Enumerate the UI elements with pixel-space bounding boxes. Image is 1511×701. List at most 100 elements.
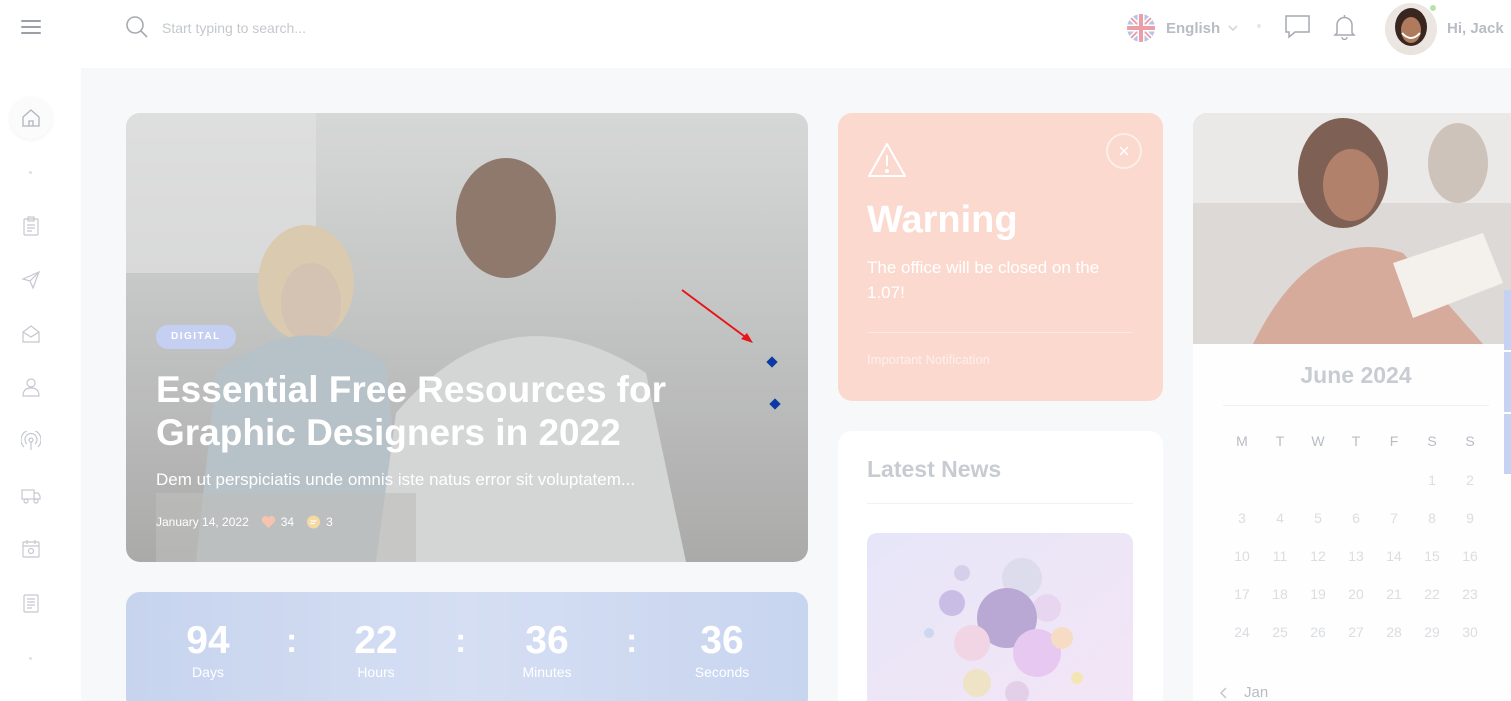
calendar-day[interactable]: 19 (1306, 586, 1330, 602)
countdown-days: 94 Days (158, 619, 258, 681)
sidebar-item-delivery[interactable] (10, 474, 52, 516)
language-label: English (1166, 19, 1221, 37)
bell-icon[interactable] (1332, 13, 1357, 40)
news-image[interactable] (867, 533, 1133, 701)
weekday-header: M (1236, 433, 1248, 449)
uk-flag-icon (1127, 14, 1155, 42)
calendar-day[interactable]: 29 (1420, 624, 1444, 640)
divider (867, 332, 1133, 333)
weekday-header: W (1311, 433, 1325, 449)
countdown-hours: 22 Hours (326, 620, 426, 681)
article-meta: January 14, 2022 34 3 (156, 515, 333, 529)
warning-icon (868, 143, 906, 177)
close-button[interactable] (1106, 133, 1142, 169)
calendar-day[interactable]: 14 (1382, 548, 1406, 564)
calendar-day[interactable]: 5 (1306, 510, 1330, 526)
minutes-value: 36 (525, 619, 569, 662)
warning-title: Warning (867, 199, 1018, 241)
language-selector[interactable]: English (1127, 12, 1240, 44)
calendar-day[interactable]: 25 (1268, 624, 1292, 640)
home-icon (22, 109, 40, 127)
search-input[interactable] (162, 16, 462, 40)
warning-footer: Important Notification (867, 352, 990, 367)
countdown-minutes: 36 Minutes (497, 619, 597, 681)
document-icon (23, 594, 39, 613)
sidebar (0, 68, 81, 701)
weekday-header: T (1351, 433, 1361, 449)
calendar-day[interactable]: 8 (1420, 510, 1444, 526)
countdown-separator: : (286, 622, 298, 660)
latest-news-card: Latest News (838, 431, 1163, 701)
days-value: 94 (186, 619, 230, 662)
calendar-day[interactable]: 4 (1268, 510, 1292, 526)
comments-count[interactable]: 3 (306, 515, 333, 529)
sidebar-divider (29, 657, 32, 660)
scroll-indicator (1504, 352, 1511, 412)
calendar-day[interactable]: 23 (1458, 586, 1482, 602)
calendar-day[interactable]: 26 (1306, 624, 1330, 640)
sidebar-item-home[interactable] (10, 97, 52, 139)
scroll-indicator (1504, 414, 1511, 474)
calendar-day[interactable]: 10 (1230, 548, 1254, 564)
countdown-card: 94 Days : 22 Hours : 36 Minutes : 36 Sec… (126, 592, 808, 701)
sidebar-item-broadcast[interactable] (10, 420, 52, 462)
truck-icon (21, 489, 41, 504)
comment-icon (307, 515, 321, 529)
calendar-icon (22, 540, 40, 558)
divider-dot (1257, 24, 1261, 28)
calendar-day[interactable]: 11 (1268, 548, 1292, 564)
article-title[interactable]: Essential Free Resources for Graphic Des… (156, 368, 716, 454)
calendar-day[interactable]: 15 (1420, 548, 1444, 564)
calendar-month: June 2024 (1300, 362, 1412, 388)
calendar-day[interactable]: 2 (1458, 472, 1482, 488)
news-title: Latest News (867, 456, 1002, 482)
calendar-day[interactable]: 28 (1382, 624, 1406, 640)
seconds-value: 36 (700, 619, 744, 662)
calendar-day[interactable]: 6 (1344, 510, 1368, 526)
heart-icon (261, 516, 275, 528)
calendar-day[interactable]: 21 (1382, 586, 1406, 602)
weekday-header: S (1427, 433, 1437, 449)
calendar-day[interactable]: 27 (1344, 624, 1368, 640)
calendar-day[interactable]: 13 (1344, 548, 1368, 564)
weekday-header: S (1465, 433, 1475, 449)
divider (1223, 405, 1489, 406)
sidebar-item-tasks[interactable] (10, 205, 52, 247)
close-icon (1119, 146, 1129, 156)
calendar-day[interactable]: 7 (1382, 510, 1406, 526)
warning-message: The office will be closed on the 1.07! (867, 258, 1100, 302)
search-icon[interactable] (125, 15, 149, 39)
chevron-down-icon (1228, 25, 1238, 32)
user-greeting[interactable]: Hi, Jack (1447, 20, 1504, 37)
likes-count[interactable]: 34 (261, 515, 294, 529)
calendar-day[interactable]: 3 (1230, 510, 1254, 526)
previous-month-button[interactable]: Jan (1219, 684, 1268, 701)
calendar-day[interactable]: 18 (1268, 586, 1292, 602)
calendar-day[interactable]: 1 (1420, 472, 1444, 488)
sidebar-item-calendar[interactable] (10, 528, 52, 570)
sidebar-item-profile[interactable] (10, 366, 52, 408)
menu-toggle-icon[interactable] (21, 20, 41, 36)
likes-value: 34 (280, 515, 295, 529)
article-date: January 14, 2022 (156, 515, 249, 529)
chat-icon[interactable] (1284, 13, 1311, 40)
countdown-separator: : (626, 622, 638, 660)
user-icon (22, 378, 40, 397)
calendar-day[interactable]: 24 (1230, 624, 1254, 640)
calendar-day[interactable]: 17 (1230, 586, 1254, 602)
calendar-day[interactable]: 9 (1458, 510, 1482, 526)
sidebar-item-send[interactable] (10, 259, 52, 301)
sidebar-item-documents[interactable] (10, 582, 52, 624)
divider (867, 503, 1133, 504)
weekday-header: F (1389, 433, 1399, 449)
calendar-day[interactable]: 22 (1420, 586, 1444, 602)
calendar-day[interactable]: 20 (1344, 586, 1368, 602)
calendar-day[interactable]: 12 (1306, 548, 1330, 564)
send-icon (21, 270, 41, 290)
calendar-day[interactable]: 16 (1458, 548, 1482, 564)
scroll-indicator (1504, 290, 1511, 350)
category-tag[interactable]: DIGITAL (156, 325, 236, 349)
article-excerpt: Dem ut perspiciatis unde omnis iste natu… (156, 470, 636, 489)
sidebar-item-mail[interactable] (10, 313, 52, 355)
calendar-day[interactable]: 30 (1458, 624, 1482, 640)
